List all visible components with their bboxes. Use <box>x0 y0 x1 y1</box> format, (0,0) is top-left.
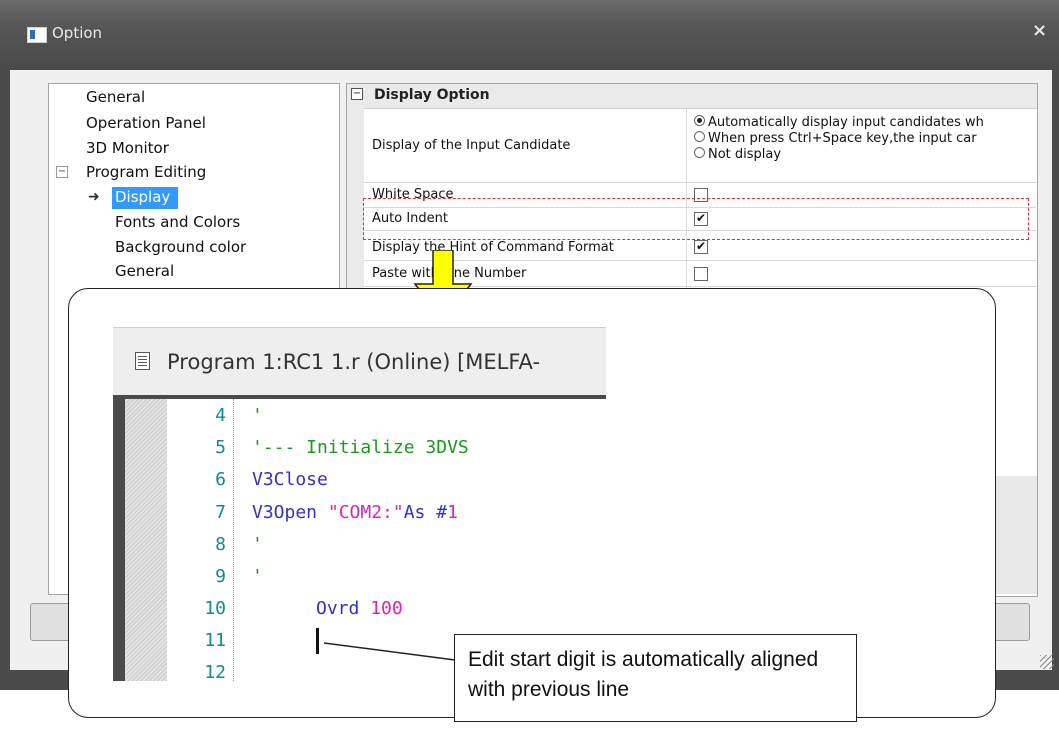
note-pointer-line <box>323 642 456 661</box>
note-text: Edit start digit is automatically aligne… <box>468 648 819 701</box>
